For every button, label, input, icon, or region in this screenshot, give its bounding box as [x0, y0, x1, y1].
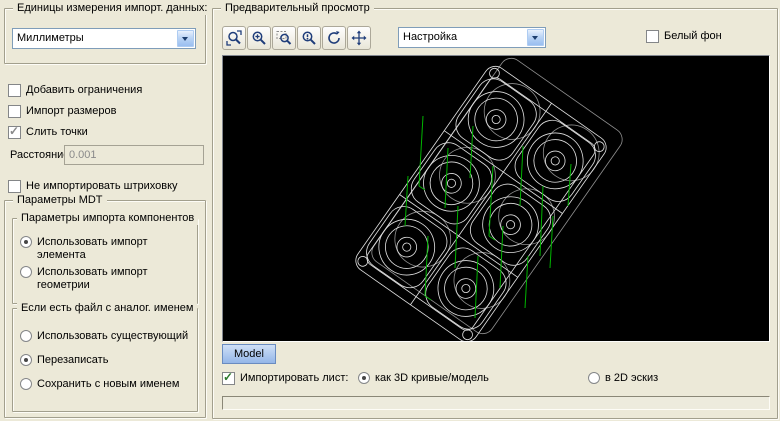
checkbox-white-background[interactable] [646, 30, 659, 43]
zoom-selection-icon [301, 30, 317, 46]
rotate-view-icon [326, 30, 342, 46]
import-options-dialog: { "left_panel": { "units_group": { "titl… [0, 0, 780, 421]
distance-value: 0.001 [69, 149, 97, 161]
check-icon: ✓ [9, 124, 19, 138]
tab-model-label: Model [234, 348, 264, 360]
radio-dot [24, 240, 28, 244]
checkbox-import-dimensions-label[interactable]: Импорт размеров [26, 105, 116, 118]
component-import-group-title: Параметры импорта компонентов [17, 211, 198, 225]
radio-save-new-name-label[interactable]: Сохранить с новым именем [37, 378, 179, 391]
radio-overwrite-label[interactable]: Перезаписать [37, 354, 108, 367]
checkbox-import-sheet[interactable]: ✓ [222, 372, 235, 385]
checkbox-add-constraints-label[interactable]: Добавить ограничения [26, 84, 142, 97]
progress-bar [222, 396, 770, 410]
checkbox-import-dimensions[interactable] [8, 105, 21, 118]
units-combobox-dropdown-button[interactable] [177, 30, 194, 47]
wireframe-model [223, 56, 769, 341]
zoom-selection-button[interactable] [297, 26, 321, 50]
preview-settings-dropdown-button[interactable] [527, 29, 544, 46]
preview-settings-combobox[interactable]: Настройка [398, 27, 546, 48]
radio-as-3d-curves[interactable] [358, 372, 370, 384]
distance-field[interactable]: 0.001 [64, 145, 204, 165]
radio-dot [362, 376, 366, 380]
radio-use-feature-import-label[interactable]: Использовать импорт элемента [37, 236, 187, 262]
checkbox-no-hatch-label[interactable]: Не импортировать штриховку [26, 180, 178, 193]
radio-use-existing[interactable] [20, 330, 32, 342]
checkbox-no-hatch[interactable] [8, 180, 21, 193]
radio-as-2d-sketch-label[interactable]: в 2D эскиз [605, 372, 658, 385]
radio-use-existing-label[interactable]: Использовать существующий [37, 330, 188, 343]
same-name-file-group-title: Если есть файл с аналог. именем [17, 301, 197, 315]
radio-use-geometry-import[interactable] [20, 266, 32, 278]
check-icon: ✓ [223, 370, 233, 384]
preview-settings-combobox-value: Настройка [403, 31, 457, 43]
radio-use-geometry-import-label[interactable]: Использовать импорт геометрии [37, 266, 187, 292]
pan-view-button[interactable] [347, 26, 371, 50]
zoom-to-area-button[interactable] [272, 26, 296, 50]
units-group-title: Единицы измерения импорт. данных: [13, 1, 211, 15]
checkbox-white-background-label[interactable]: Белый фон [664, 30, 722, 43]
zoom-in-out-icon [251, 30, 267, 46]
radio-overwrite[interactable] [20, 354, 32, 366]
rotate-view-button[interactable] [322, 26, 346, 50]
units-combobox[interactable]: Миллиметры [12, 28, 196, 49]
checkbox-add-constraints[interactable] [8, 84, 21, 97]
zoom-in-out-button[interactable] [247, 26, 271, 50]
chevron-down-icon [182, 37, 188, 44]
radio-as-3d-curves-label[interactable]: как 3D кривые/модель [375, 372, 489, 385]
units-combobox-value: Миллиметры [17, 32, 84, 44]
checkbox-merge-points-label[interactable]: Слить точки [26, 126, 88, 139]
tab-model[interactable]: Model [222, 344, 276, 364]
radio-dot [24, 358, 28, 362]
radio-save-new-name[interactable] [20, 378, 32, 390]
zoom-to-area-icon [276, 30, 292, 46]
pan-view-icon [351, 30, 367, 46]
checkbox-import-sheet-label[interactable]: Импортировать лист: [240, 372, 348, 385]
zoom-to-fit-button[interactable] [222, 26, 246, 50]
chevron-down-icon [532, 36, 538, 43]
preview-viewport[interactable] [222, 55, 770, 342]
preview-group-title: Предварительный просмотр [221, 1, 374, 15]
checkbox-merge-points[interactable]: ✓ [8, 126, 21, 139]
radio-as-2d-sketch[interactable] [588, 372, 600, 384]
mdt-group-title: Параметры MDT [13, 193, 107, 207]
radio-use-feature-import[interactable] [20, 236, 32, 248]
zoom-to-fit-icon [226, 30, 242, 46]
